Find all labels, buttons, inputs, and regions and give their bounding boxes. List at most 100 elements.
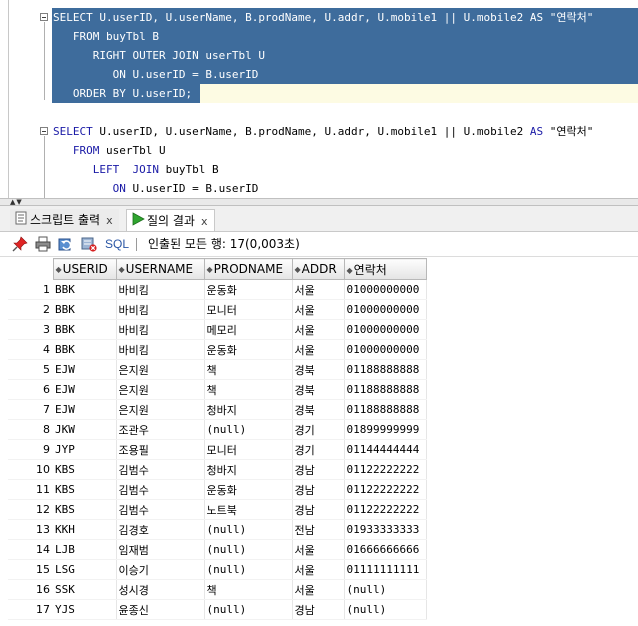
cell-phone[interactable]: 01933333333 (344, 519, 427, 540)
row-number[interactable]: 10 (8, 459, 53, 480)
row-number[interactable]: 8 (8, 419, 53, 440)
code-line[interactable]: SELECT U.userID, U.userName, B.prodName,… (53, 8, 593, 27)
cell-username[interactable]: 임재범 (116, 539, 205, 560)
cell-addr[interactable]: 서울 (292, 279, 345, 300)
cell-addr[interactable]: 전남 (292, 519, 345, 540)
cell-addr[interactable]: 서울 (292, 339, 345, 360)
code-line[interactable]: RIGHT OUTER JOIN userTbl U (53, 46, 265, 65)
row-number[interactable]: 16 (8, 579, 53, 600)
cell-prodname[interactable]: (null) (204, 559, 293, 580)
cell-phone[interactable]: 01000000000 (344, 339, 427, 360)
cell-addr[interactable]: 서울 (292, 319, 345, 340)
table-row[interactable]: 12 KBS 김범수 노트북 경남 01122222222 (8, 499, 427, 520)
row-number[interactable]: 7 (8, 399, 53, 420)
cell-username[interactable]: 바비킴 (116, 319, 205, 340)
column-header-phone[interactable]: ◆연락처 (343, 258, 427, 280)
sql-editor[interactable]: SELECT U.userID, U.userName, B.prodName,… (0, 0, 638, 198)
table-row[interactable]: 15 LSG 이승기 (null) 서울 01111111111 (8, 559, 427, 580)
cell-prodname[interactable]: 노트북 (204, 499, 293, 520)
row-number[interactable]: 11 (8, 479, 53, 500)
cell-prodname[interactable]: (null) (204, 599, 293, 620)
cell-userid[interactable]: EJW (53, 379, 117, 400)
row-number[interactable]: 5 (8, 359, 53, 380)
cell-phone[interactable]: 01122222222 (344, 479, 427, 500)
cell-addr[interactable]: 서울 (292, 579, 345, 600)
cell-username[interactable]: 윤종신 (116, 599, 205, 620)
cell-userid[interactable]: BBK (53, 319, 117, 340)
table-row[interactable]: 16 SSK 성시경 책 서울 (null) (8, 579, 427, 600)
cell-addr[interactable]: 서울 (292, 559, 345, 580)
pane-splitter[interactable]: ▲▼ (0, 198, 638, 206)
code-line[interactable]: SELECT U.userID, U.userName, B.prodName,… (53, 122, 593, 141)
tab-query-result[interactable]: 질의 결과 x (126, 209, 215, 231)
cell-addr[interactable]: 경남 (292, 479, 345, 500)
fold-toggle-icon[interactable] (40, 127, 48, 135)
fold-toggle-icon[interactable] (40, 13, 48, 21)
cell-addr[interactable]: 서울 (292, 299, 345, 320)
row-number[interactable]: 14 (8, 539, 53, 560)
cell-addr[interactable]: 경남 (292, 599, 345, 620)
row-number[interactable]: 17 (8, 599, 53, 620)
cell-phone[interactable]: (null) (344, 599, 427, 620)
close-icon[interactable]: x (201, 215, 208, 228)
cell-userid[interactable]: EJW (53, 399, 117, 420)
table-row[interactable]: 5 EJW 은지원 책 경북 01188888888 (8, 359, 427, 380)
cell-userid[interactable]: KBS (53, 479, 117, 500)
code-line[interactable]: ON U.userID = B.userID (53, 179, 259, 198)
row-number[interactable]: 15 (8, 559, 53, 580)
cell-addr[interactable]: 경북 (292, 359, 345, 380)
sort-icon[interactable]: ◆ (347, 266, 353, 275)
cell-prodname[interactable]: 책 (204, 379, 293, 400)
cell-phone[interactable]: 01188888888 (344, 379, 427, 400)
table-row[interactable]: 4 BBK 바비킴 운동화 서울 01000000000 (8, 339, 427, 360)
cell-userid[interactable]: KBS (53, 499, 117, 520)
column-header-prodname[interactable]: ◆PRODNAME (203, 258, 293, 280)
code-line[interactable]: ON U.userID = B.userID (53, 65, 259, 84)
cell-userid[interactable]: BBK (53, 279, 117, 300)
cell-username[interactable]: 김범수 (116, 499, 205, 520)
cell-phone[interactable]: 01899999999 (344, 419, 427, 440)
cell-prodname[interactable]: 청바지 (204, 399, 293, 420)
cell-userid[interactable]: SSK (53, 579, 117, 600)
cell-prodname[interactable]: 청바지 (204, 459, 293, 480)
cell-username[interactable]: 은지원 (116, 359, 205, 380)
cell-username[interactable]: 은지원 (116, 379, 205, 400)
cell-userid[interactable]: LJB (53, 539, 117, 560)
cell-addr[interactable]: 경북 (292, 399, 345, 420)
cell-prodname[interactable]: 모니터 (204, 299, 293, 320)
cell-prodname[interactable]: 운동화 (204, 479, 293, 500)
table-row[interactable]: 11 KBS 김범수 운동화 경남 01122222222 (8, 479, 427, 500)
table-row[interactable]: 9 JYP 조용필 모니터 경기 01144444444 (8, 439, 427, 460)
cell-prodname[interactable]: 모니터 (204, 439, 293, 460)
cell-phone[interactable]: 01666666666 (344, 539, 427, 560)
cell-prodname[interactable]: 메모리 (204, 319, 293, 340)
cell-addr[interactable]: 경북 (292, 379, 345, 400)
sort-icon[interactable]: ◆ (295, 265, 301, 274)
row-number[interactable]: 13 (8, 519, 53, 540)
table-row[interactable]: 3 BBK 바비킴 메모리 서울 01000000000 (8, 319, 427, 340)
cell-username[interactable]: 바비킴 (116, 279, 205, 300)
row-number[interactable]: 1 (8, 279, 53, 300)
table-row[interactable]: 10 KBS 김범수 청바지 경남 01122222222 (8, 459, 427, 480)
cell-username[interactable]: 바비킴 (116, 299, 205, 320)
tab-script-output[interactable]: 스크립트 출력 x (10, 209, 119, 231)
clear-icon[interactable] (81, 236, 97, 252)
sort-icon[interactable]: ◆ (56, 265, 62, 274)
cell-username[interactable]: 조용필 (116, 439, 205, 460)
cell-username[interactable]: 성시경 (116, 579, 205, 600)
cell-prodname[interactable]: 책 (204, 579, 293, 600)
cell-phone[interactable]: 01000000000 (344, 279, 427, 300)
cell-userid[interactable]: BBK (53, 339, 117, 360)
column-header-addr[interactable]: ◆ADDR (291, 258, 345, 280)
cell-phone[interactable]: 01122222222 (344, 459, 427, 480)
cell-phone[interactable]: 01000000000 (344, 319, 427, 340)
cell-phone[interactable]: 01000000000 (344, 299, 427, 320)
table-row[interactable]: 14 LJB 임재범 (null) 서울 01666666666 (8, 539, 427, 560)
column-header-userid[interactable]: ◆USERID (52, 258, 117, 280)
sort-icon[interactable]: ◆ (207, 265, 213, 274)
code-line[interactable]: FROM buyTbl B (53, 27, 159, 46)
cell-userid[interactable]: KBS (53, 459, 117, 480)
cell-addr[interactable]: 경남 (292, 459, 345, 480)
table-row[interactable]: 8 JKW 조관우 (null) 경기 01899999999 (8, 419, 427, 440)
table-row[interactable]: 2 BBK 바비킴 모니터 서울 01000000000 (8, 299, 427, 320)
